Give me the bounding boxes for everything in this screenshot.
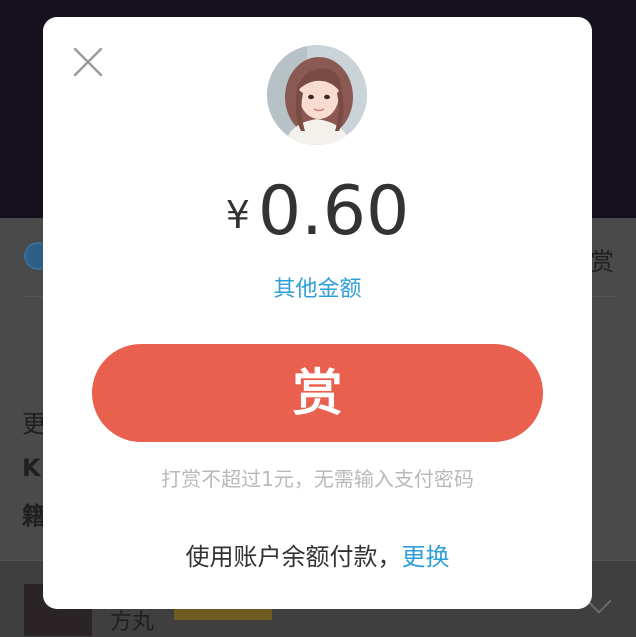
close-button[interactable]	[69, 43, 107, 81]
other-amount-link[interactable]: 其他金额	[43, 271, 592, 303]
background-text-line-2: K	[22, 454, 41, 482]
author-avatar	[267, 45, 367, 145]
payment-method: 使用账户余额付款，更换	[43, 537, 592, 572]
payment-method-text: 使用账户余额付款，	[185, 543, 402, 571]
reward-hint: 打赏不超过1元，无需输入支付密码	[161, 467, 474, 491]
change-payment-link[interactable]: 更换	[402, 543, 450, 571]
reward-dialog: ¥0.60 其他金额 赏 打赏不超过1元，无需输入支付密码 使用账户余额付款，更…	[43, 17, 592, 609]
amount-value: 0.60	[257, 172, 410, 251]
currency-symbol: ¥	[225, 193, 250, 237]
reward-button[interactable]: 赏	[92, 344, 543, 442]
background-reward-label: 赏	[590, 248, 614, 276]
reward-amount: ¥0.60	[43, 167, 592, 257]
close-icon	[73, 47, 103, 77]
